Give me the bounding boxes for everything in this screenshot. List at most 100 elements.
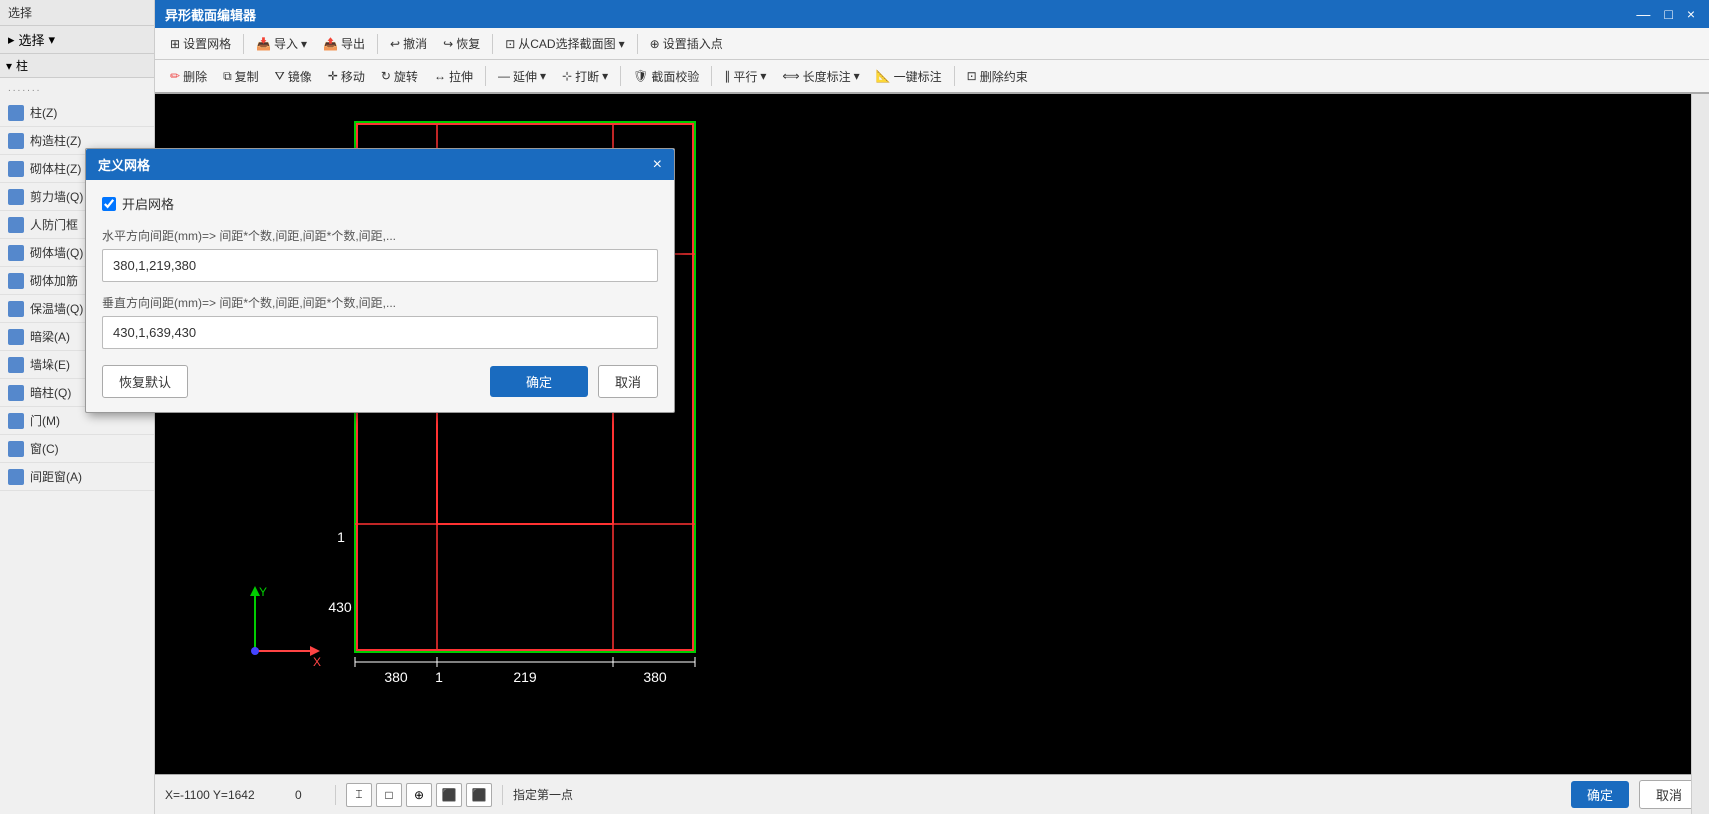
length-dim-label: 长度标注	[803, 68, 851, 85]
insulation-wall-icon	[8, 301, 24, 317]
delete-button[interactable]: ✏ 删除	[163, 65, 214, 88]
select-button[interactable]: ▸ 选择 ▾	[0, 26, 154, 54]
right-column: 柱二次	[1691, 0, 1709, 814]
sidebar-header: 选择	[0, 0, 154, 26]
sidebar-item-label: 暗梁(A)	[30, 328, 70, 345]
move-button[interactable]: ✛ 移动	[321, 65, 372, 88]
status-cancel-button[interactable]: 取消	[1639, 780, 1699, 809]
import-label: 导入	[274, 35, 298, 52]
export-button[interactable]: 📤 导出	[316, 32, 372, 55]
sidebar-item-column[interactable]: 柱(Z)	[0, 99, 154, 127]
dropdown-arrow-icon: ▾	[301, 37, 307, 51]
move-label: 移动	[341, 68, 365, 85]
parallel-button[interactable]: ∥ 平行 ▾	[717, 65, 773, 88]
status-icon-btn3[interactable]: ⊕	[406, 783, 432, 807]
sidebar-item-label: 砌体加筋	[30, 272, 78, 289]
import-button[interactable]: 📥 导入 ▾	[249, 32, 314, 55]
vertical-input[interactable]	[102, 316, 658, 349]
one-click-dim-icon: 📐	[876, 69, 891, 83]
delete-icon: ✏	[170, 69, 180, 83]
select-icon: ▸	[8, 32, 15, 48]
sidebar-item-label: 保温墙(Q)	[30, 300, 83, 317]
col-label: 柱	[16, 57, 28, 74]
mirror-icon: ⛛	[275, 69, 285, 84]
sidebar-item-window[interactable]: 窗(C)	[0, 435, 154, 463]
status-icon-btn1[interactable]: ⌶	[346, 783, 372, 807]
mirror-button[interactable]: ⛛ 镜像	[268, 65, 319, 88]
copy-icon: ⧉	[223, 69, 232, 84]
break-label: 打断	[575, 68, 599, 85]
title-bar: 异形截面编辑器 — □ ×	[155, 0, 1709, 28]
enable-grid-label: 开启网格	[122, 194, 174, 213]
sidebar-item-label: 窗(C)	[30, 440, 59, 457]
title-text: 异形截面编辑器	[165, 5, 256, 24]
dialog-cancel-button[interactable]: 取消	[598, 365, 658, 398]
rotate-button[interactable]: ↻ 旋转	[374, 65, 425, 88]
undo-button[interactable]: ↩ 撤消	[383, 32, 434, 55]
stretch-button[interactable]: ↔ 拉伸	[427, 65, 480, 88]
struct-col-icon	[8, 133, 24, 149]
minimize-button[interactable]: —	[1632, 6, 1654, 22]
close-button[interactable]: ×	[1683, 6, 1699, 22]
set-insert-button[interactable]: ⊕ 设置插入点	[643, 32, 730, 55]
sidebar-item-label: 人防门框	[30, 216, 78, 233]
one-click-dim-label: 一键标注	[894, 68, 942, 85]
separator	[243, 34, 244, 54]
sidebar-item-label: 间距窗(A)	[30, 468, 82, 485]
parallel-arrow-icon: ▾	[760, 69, 766, 83]
remove-constraint-button[interactable]: ⊡ 删除约束	[960, 65, 1035, 88]
length-dim-arrow-icon: ▾	[854, 69, 860, 83]
wall-buttress-icon	[8, 357, 24, 373]
extend-button[interactable]: — 延伸 ▾	[491, 65, 553, 88]
dialog-buttons: 恢复默认 确定 取消	[102, 361, 658, 398]
rotate-icon: ↻	[381, 69, 391, 83]
check-button[interactable]: 🛡 截面校验	[626, 65, 706, 88]
sidebar-item-label: 砌体柱(Z)	[30, 160, 81, 177]
separator8	[954, 66, 955, 86]
grid-icon: ⊞	[170, 37, 180, 51]
svg-text:1: 1	[337, 529, 345, 545]
horizontal-input[interactable]	[102, 249, 658, 282]
copy-button[interactable]: ⧉ 复制	[216, 65, 266, 88]
extend-icon: —	[498, 69, 510, 83]
status-icon-btn4[interactable]: ⬛	[436, 783, 462, 807]
length-dim-button[interactable]: ⟺ 长度标注 ▾	[775, 65, 866, 88]
restore-button[interactable]: □	[1660, 6, 1676, 22]
one-click-dim-button[interactable]: 📐 一键标注	[869, 65, 949, 88]
redo-button[interactable]: ↪ 恢复	[436, 32, 487, 55]
dots-row: .......	[0, 78, 154, 99]
civil-defense-icon	[8, 217, 24, 233]
define-grid-dialog: 定义网格 × 开启网格 水平方向间距(mm)=> 间距*个数,间距,间距*个数,…	[85, 148, 675, 413]
extend-label: 延伸	[513, 68, 537, 85]
door-icon	[8, 413, 24, 429]
toolbar-row2: ✏ 删除 ⧉ 复制 ⛛ 镜像 ✛ 移动 ↻ 旋转 ↔ 拉伸	[155, 60, 1709, 92]
check-icon: 🛡	[633, 69, 648, 83]
enable-grid-checkbox[interactable]	[102, 197, 116, 211]
status-icon-btn2[interactable]: □	[376, 783, 402, 807]
move-icon: ✛	[328, 69, 338, 83]
sidebar-item-spacing-window[interactable]: 间距窗(A)	[0, 463, 154, 491]
svg-text:1: 1	[435, 669, 443, 685]
status-icon-btn5[interactable]: ⬛	[466, 783, 492, 807]
copy-label: 复制	[235, 68, 259, 85]
dialog-confirm-button[interactable]: 确定	[490, 366, 588, 397]
from-cad-button[interactable]: ⊡ 从CAD选择截面图 ▾	[498, 32, 631, 55]
dialog-close-button[interactable]: ×	[653, 157, 662, 173]
extend-arrow-icon: ▾	[540, 69, 546, 83]
sidebar-item-label: 剪力墙(Q)	[30, 188, 83, 205]
sidebar-item-label: 暗柱(Q)	[30, 384, 71, 401]
status-zero: 0	[295, 788, 325, 802]
separator4	[637, 34, 638, 54]
break-button[interactable]: ⊹ 打断 ▾	[555, 65, 615, 88]
set-grid-button[interactable]: ⊞ 设置网格	[163, 32, 238, 55]
remove-constraint-icon: ⊡	[967, 69, 977, 83]
dropdown2-arrow-icon: ▾	[619, 37, 625, 51]
status-coords: X=-1100 Y=1642	[165, 788, 285, 802]
svg-text:380: 380	[384, 669, 408, 685]
restore-default-button[interactable]: 恢复默认	[102, 365, 188, 398]
break-icon: ⊹	[562, 69, 572, 83]
dialog-title-bar: 定义网格 ×	[86, 149, 674, 180]
rotate-label: 旋转	[394, 68, 418, 85]
status-confirm-button[interactable]: 确定	[1571, 781, 1629, 808]
stretch-label: 拉伸	[449, 68, 473, 85]
